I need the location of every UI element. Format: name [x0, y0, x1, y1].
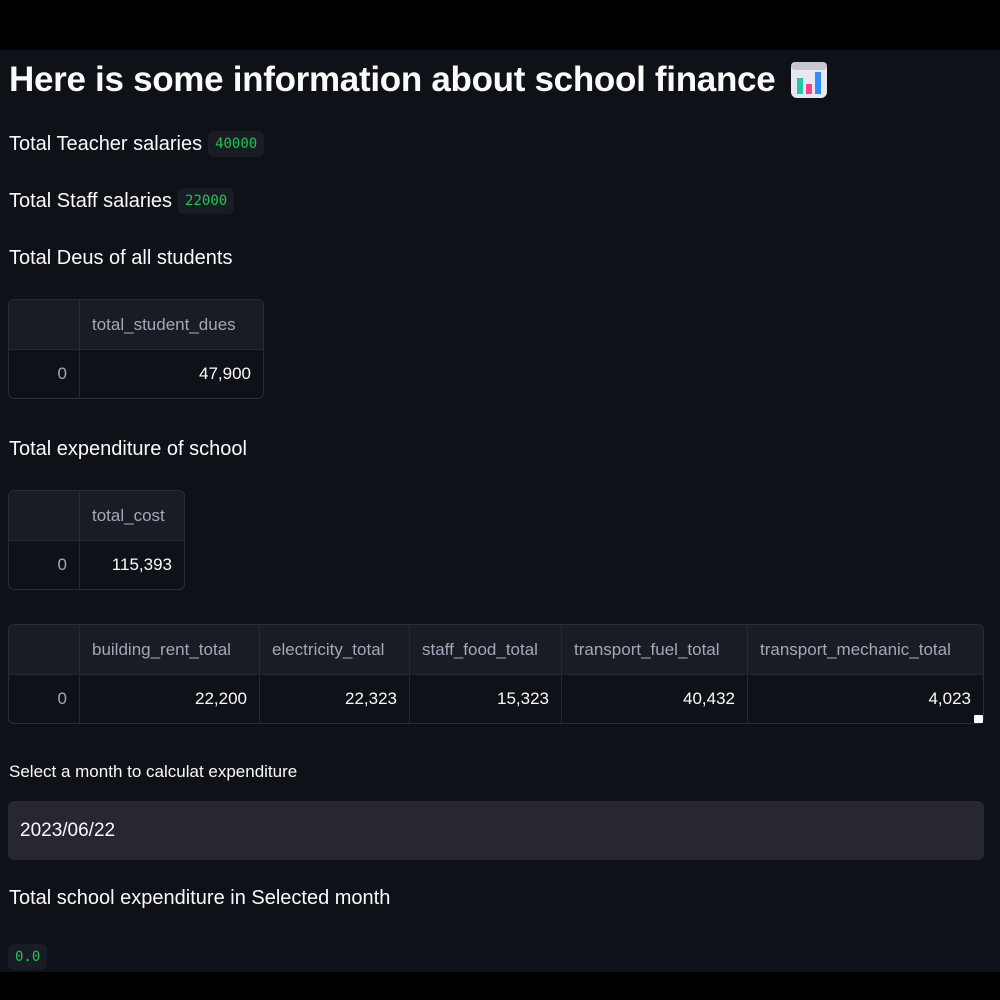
table-header[interactable]: total_student_dues: [80, 300, 263, 350]
table-resize-handle[interactable]: [974, 715, 983, 723]
table-header[interactable]: transport_mechanic_total: [748, 625, 983, 675]
table-row-index: 0: [9, 541, 80, 589]
table-header[interactable]: electricity_total: [260, 625, 410, 675]
teacher-salaries-value: 40000: [208, 131, 265, 157]
monthly-total-heading: Total school expenditure in Selected mon…: [9, 887, 391, 909]
total-expenditure-heading: Total expenditure of school: [9, 438, 247, 460]
table-cell[interactable]: 15,323: [410, 675, 562, 723]
staff-salaries-value: 22000: [178, 188, 235, 214]
page-title: Here is some information about school fi…: [9, 60, 829, 100]
table-cell[interactable]: 22,323: [260, 675, 410, 723]
student-dues-table[interactable]: total_student_dues 0 47,900: [8, 299, 264, 399]
table-header-index: [9, 491, 80, 541]
table-cell[interactable]: 40,432: [562, 675, 748, 723]
table-row-index: 0: [9, 675, 80, 723]
monthly-total-line: 0.0: [2, 944, 48, 970]
table-header[interactable]: building_rent_total: [80, 625, 260, 675]
staff-salaries-line: Total Staff salaries 22000: [9, 188, 235, 214]
table-row-index: 0: [9, 350, 80, 398]
month-date-input[interactable]: [8, 801, 984, 860]
table-cell[interactable]: 4,023: [748, 675, 983, 723]
table-cell[interactable]: 47,900: [80, 350, 263, 398]
teacher-salaries-label: Total Teacher salaries: [9, 132, 203, 155]
table-header-index: [9, 625, 80, 675]
monthly-total-value: 0.0: [8, 944, 48, 970]
table-cell[interactable]: 115,393: [80, 541, 184, 589]
total-cost-table[interactable]: total_cost 0 115,393: [8, 490, 185, 590]
student-dues-heading: Total Deus of all students: [9, 247, 233, 269]
expense-breakdown-table[interactable]: building_rent_total electricity_total st…: [8, 624, 984, 724]
month-select-label: Select a month to calculat expenditure: [9, 762, 298, 781]
bar-chart-emoji-icon: [791, 62, 828, 98]
table-cell[interactable]: 22,200: [80, 675, 260, 723]
table-header[interactable]: staff_food_total: [410, 625, 562, 675]
table-header[interactable]: total_cost: [80, 491, 184, 541]
teacher-salaries-line: Total Teacher salaries 40000: [9, 131, 265, 157]
table-header[interactable]: transport_fuel_total: [562, 625, 748, 675]
staff-salaries-label: Total Staff salaries: [9, 189, 173, 212]
table-header-index: [9, 300, 80, 350]
main-content: Here is some information about school fi…: [0, 50, 1000, 972]
page-title-text: Here is some information about school fi…: [9, 60, 776, 99]
